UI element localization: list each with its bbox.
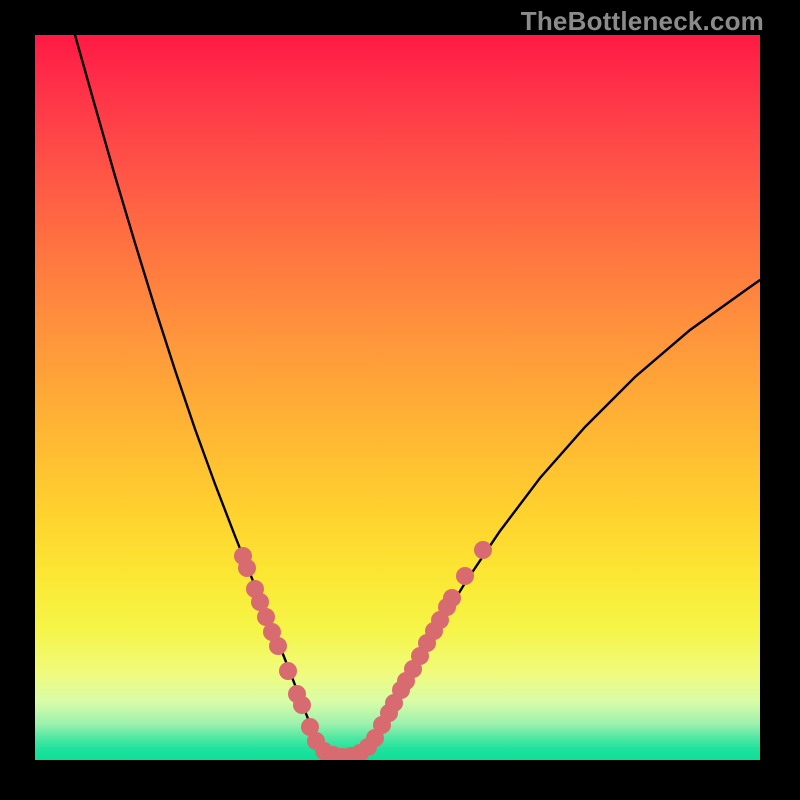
watermark-text: TheBottleneck.com	[521, 6, 764, 37]
plot-area	[35, 35, 760, 760]
chart-container: TheBottleneck.com	[0, 0, 800, 800]
